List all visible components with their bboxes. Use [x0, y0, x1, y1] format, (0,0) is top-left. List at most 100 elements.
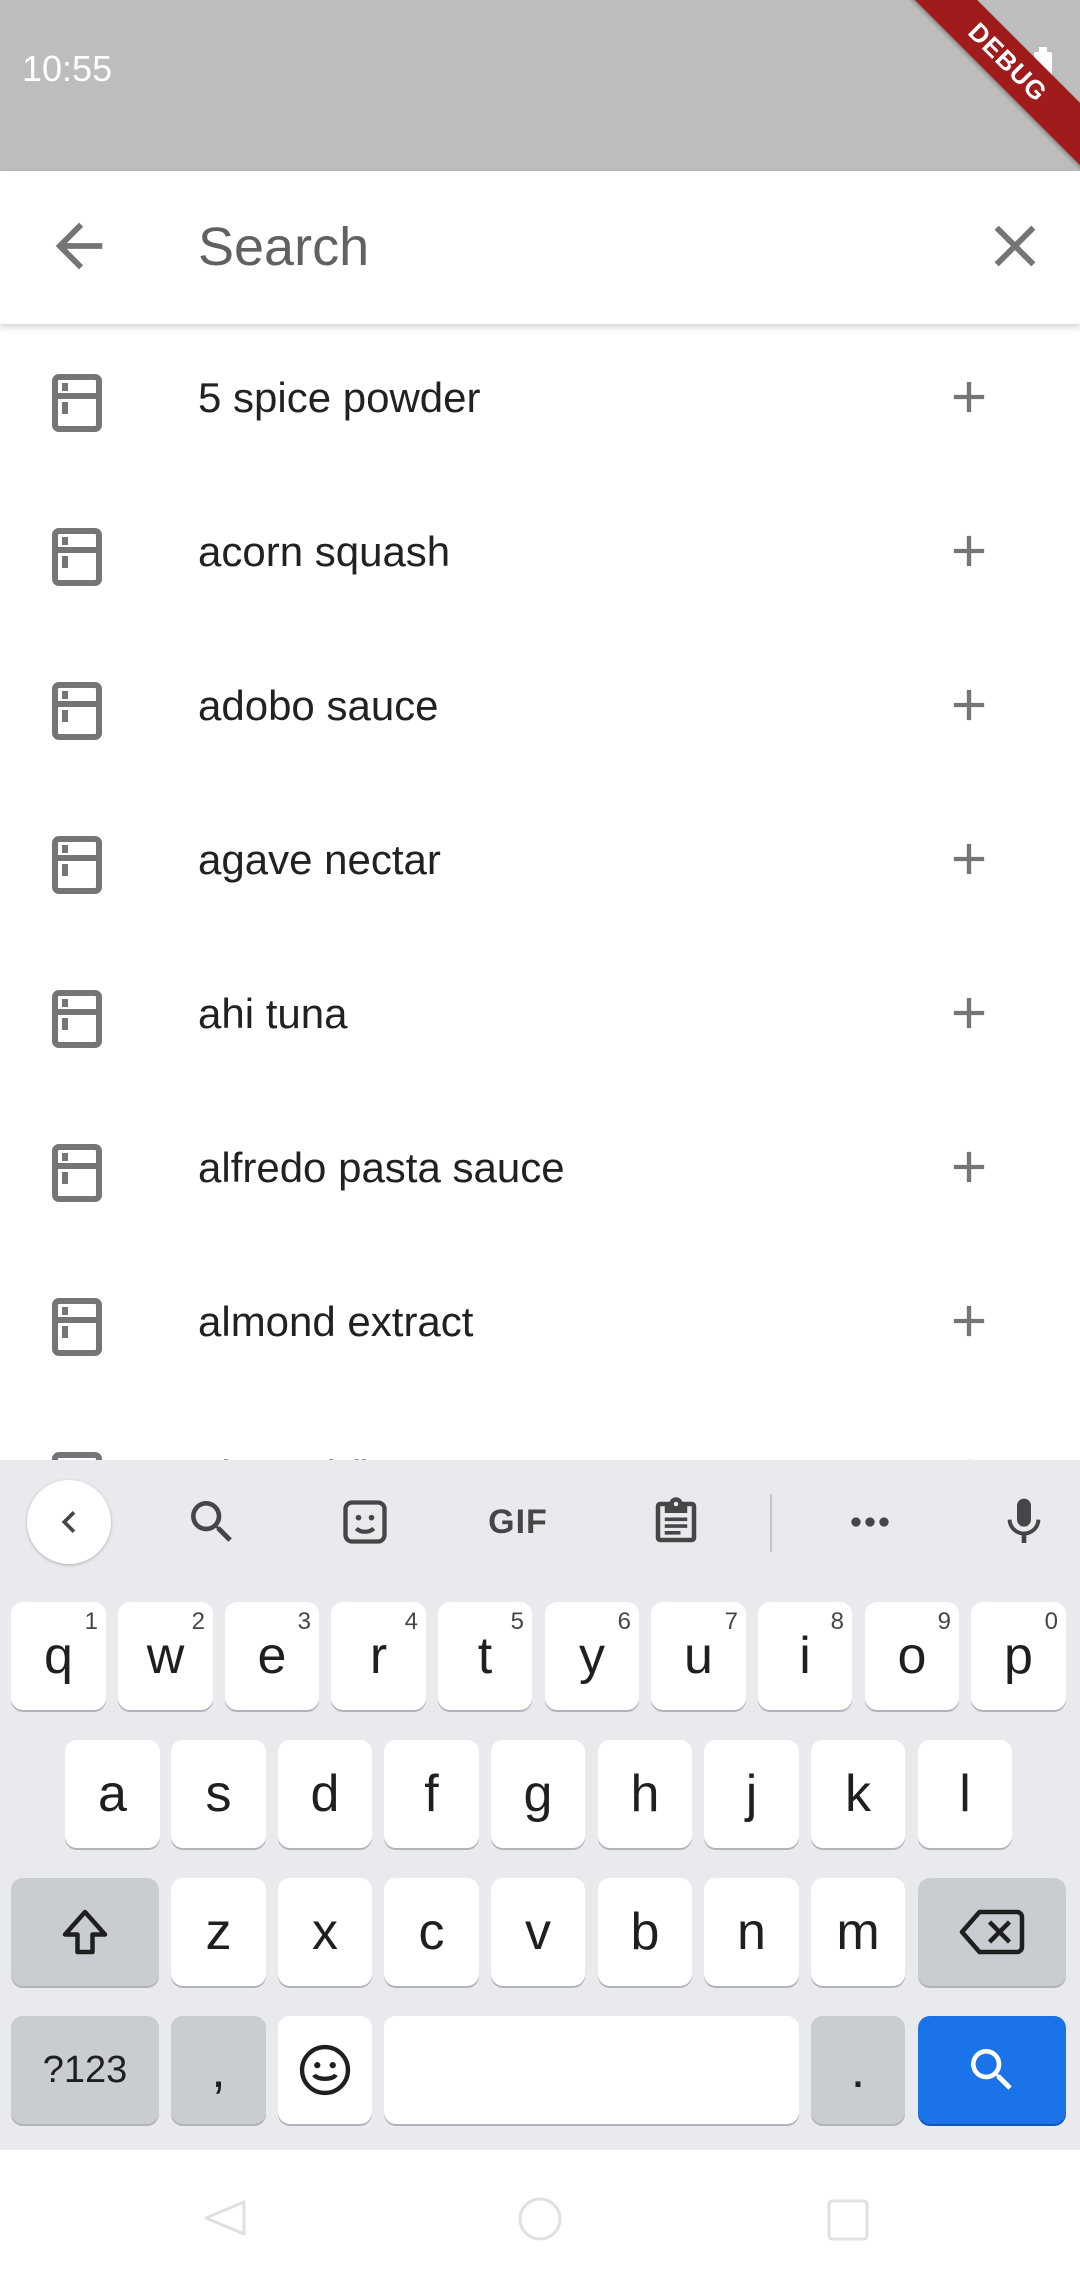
add-icon[interactable]: [943, 1449, 995, 1460]
key-hint: 9: [937, 1608, 951, 1635]
key-q[interactable]: q1: [11, 1602, 106, 1710]
list-item[interactable]: acorn squash: [0, 478, 1080, 632]
key-r[interactable]: r4: [331, 1602, 426, 1710]
comma-key[interactable]: ,: [171, 2016, 266, 2124]
key-label: w: [146, 1627, 185, 1685]
key-l[interactable]: l: [918, 1740, 1012, 1848]
mic-icon: [1007, 1498, 1041, 1543]
kitchen-icon: [52, 528, 102, 586]
key-x[interactable]: x: [278, 1878, 372, 1986]
back-button[interactable]: [44, 211, 114, 281]
nav-recents-icon[interactable]: [826, 2198, 870, 2242]
key-n[interactable]: n: [704, 1878, 799, 1986]
key-d[interactable]: d: [278, 1740, 372, 1848]
search-action-key[interactable]: [918, 2016, 1066, 2124]
clipboard-icon: [655, 1497, 697, 1543]
soft-keyboard: GIF q1 w2 e3 r4 t5 y6 u7 i8 o9 p0 a s d …: [0, 1460, 1080, 2150]
key-s[interactable]: s: [171, 1740, 266, 1848]
gif-button[interactable]: GIF: [476, 1480, 560, 1564]
key-j[interactable]: j: [704, 1740, 799, 1848]
kitchen-icon: [52, 836, 102, 894]
add-icon[interactable]: [943, 987, 995, 1039]
clear-search-button[interactable]: [980, 211, 1050, 281]
key-label: t: [477, 1627, 493, 1685]
symbols-key[interactable]: ?123: [11, 2016, 159, 2124]
key-label: e: [257, 1627, 287, 1685]
clipboard-button[interactable]: [634, 1480, 718, 1564]
key-p[interactable]: p0: [971, 1602, 1066, 1710]
key-label: i: [799, 1627, 811, 1685]
shift-icon: [62, 1909, 108, 1955]
add-icon[interactable]: [943, 1141, 995, 1193]
kitchen-icon: [52, 1144, 102, 1202]
key-hint: 6: [617, 1608, 631, 1635]
chevron-left-icon: [61, 1511, 76, 1533]
list-item[interactable]: 5 spice powder: [0, 324, 1080, 478]
key-t[interactable]: t5: [438, 1602, 532, 1710]
key-hint: 8: [830, 1608, 844, 1635]
list-item[interactable]: adobo sauce: [0, 632, 1080, 786]
system-nav-bar: [0, 2150, 1080, 2280]
add-icon[interactable]: [943, 525, 995, 577]
key-hint: 1: [84, 1608, 98, 1635]
search-app-bar: [0, 171, 1080, 324]
key-m[interactable]: m: [811, 1878, 905, 1986]
key-o[interactable]: o9: [865, 1602, 959, 1710]
list-item[interactable]: ahi tuna: [0, 940, 1080, 1094]
key-h[interactable]: h: [598, 1740, 692, 1848]
key-k[interactable]: k: [811, 1740, 905, 1848]
search-icon: [971, 2049, 1012, 2090]
more-options-button[interactable]: [828, 1480, 912, 1564]
emoji-key[interactable]: [278, 2016, 372, 2124]
add-icon[interactable]: [943, 679, 995, 731]
close-icon: [994, 225, 1036, 267]
search-icon: [191, 1501, 232, 1542]
toolbar-collapse-button[interactable]: [27, 1480, 111, 1564]
backspace-key[interactable]: [918, 1878, 1066, 1986]
nav-back-icon[interactable]: [200, 2198, 250, 2238]
key-i[interactable]: i8: [758, 1602, 852, 1710]
arrow-back-icon: [55, 222, 103, 270]
kitchen-icon: [52, 1452, 102, 1460]
nav-home-icon[interactable]: [515, 2194, 565, 2244]
key-g[interactable]: g: [491, 1740, 585, 1848]
search-input[interactable]: [198, 211, 958, 283]
add-icon[interactable]: [943, 371, 995, 423]
item-label: acorn squash: [198, 528, 451, 575]
sticker-button[interactable]: [323, 1480, 407, 1564]
period-key[interactable]: .: [811, 2016, 905, 2124]
add-icon[interactable]: [943, 833, 995, 885]
sticker-icon: [343, 1500, 387, 1544]
key-v[interactable]: v: [491, 1878, 585, 1986]
key-z[interactable]: z: [171, 1878, 266, 1986]
key-f[interactable]: f: [384, 1740, 479, 1848]
key-c[interactable]: c: [384, 1878, 479, 1986]
list-item[interactable]: agave nectar: [0, 786, 1080, 940]
toolbar-divider: [770, 1494, 772, 1552]
key-label: q: [44, 1627, 73, 1685]
key-w[interactable]: w2: [118, 1602, 213, 1710]
key-hint: 5: [510, 1608, 524, 1635]
status-bar: 10:55 DEBUG: [0, 0, 1080, 184]
key-label: p: [1004, 1627, 1033, 1685]
list-item[interactable]: alfredo pasta sauce: [0, 1094, 1080, 1248]
key-y[interactable]: y6: [545, 1602, 639, 1710]
kitchen-icon: [52, 682, 102, 740]
key-b[interactable]: b: [598, 1878, 692, 1986]
space-key[interactable]: [384, 2016, 799, 2124]
list-item[interactable]: almond flour: [0, 1402, 1080, 1460]
key-a[interactable]: a: [65, 1740, 160, 1848]
item-label: 5 spice powder: [198, 374, 481, 421]
item-label: adobo sauce: [198, 682, 439, 729]
key-e[interactable]: e3: [225, 1602, 319, 1710]
key-u[interactable]: u7: [651, 1602, 746, 1710]
keyboard-search-button[interactable]: [170, 1480, 254, 1564]
shift-key[interactable]: [11, 1878, 159, 1986]
keyboard-toolbar: GIF: [0, 1460, 1080, 1580]
item-label: agave nectar: [198, 836, 441, 883]
status-time: 10:55: [22, 48, 113, 89]
add-icon[interactable]: [943, 1295, 995, 1347]
voice-input-button[interactable]: [982, 1480, 1066, 1564]
list-item[interactable]: almond extract: [0, 1248, 1080, 1402]
key-hint: 4: [404, 1608, 418, 1635]
